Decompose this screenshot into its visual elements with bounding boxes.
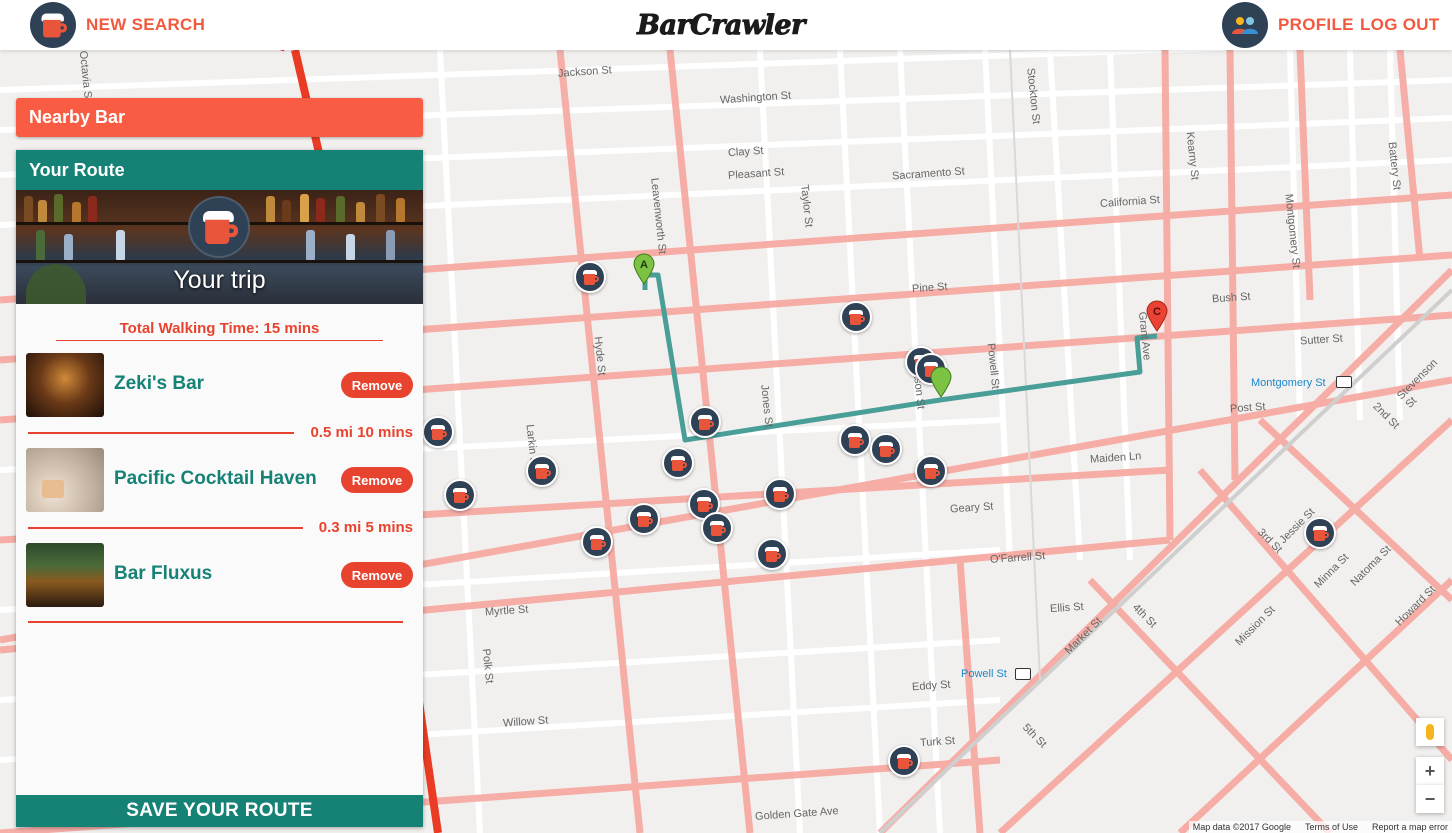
beer-mug-icon: [589, 534, 606, 550]
bar-marker[interactable]: [689, 406, 721, 438]
route-stop: Pacific Cocktail Haven Remove: [26, 448, 413, 514]
beer-mug-icon: [764, 546, 781, 562]
leg-divider: [28, 527, 303, 529]
leg-distance-time: 0.5 mi 10 mins: [304, 424, 413, 441]
street-label: Post St: [1229, 400, 1266, 416]
street-label: Clay St: [727, 144, 764, 160]
street-label: Pine St: [911, 280, 948, 296]
route-end-divider: [28, 621, 403, 623]
beer-mug-icon: [430, 424, 447, 440]
transit-label-powell[interactable]: Powell St: [961, 668, 1007, 680]
bar-marker[interactable]: [764, 478, 796, 510]
street-view-pegman-icon[interactable]: [1416, 718, 1444, 746]
route-leg: 0.3 mi 5 mins: [28, 519, 413, 536]
beer-mug-icon: [772, 486, 789, 502]
bar-marker[interactable]: [756, 538, 788, 570]
remove-stop-button[interactable]: Remove: [341, 467, 413, 493]
bar-marker[interactable]: [915, 455, 947, 487]
bar-marker[interactable]: [888, 745, 920, 777]
stop-name[interactable]: Pacific Cocktail Haven: [114, 468, 317, 490]
leg-divider: [28, 432, 294, 434]
route-pin-b[interactable]: [930, 366, 952, 398]
bar-marker[interactable]: [662, 447, 694, 479]
leg-distance-time: 0.3 mi 5 mins: [312, 519, 413, 536]
street-label: Turk St: [919, 734, 956, 750]
beer-mug-icon: [670, 455, 687, 471]
bar-thumbnail: [26, 353, 104, 417]
nearby-bar-header[interactable]: Nearby Bar: [16, 98, 423, 137]
map-data-credit: Map data ©2017 Google: [1192, 822, 1291, 832]
transit-label-montgomery[interactable]: Montgomery St: [1251, 377, 1326, 389]
users-icon[interactable]: [1222, 2, 1268, 48]
new-search-link[interactable]: NEW SEARCH: [86, 15, 205, 35]
beer-mug-icon: [697, 414, 714, 430]
barcrawler-logo[interactable]: BarCrawler: [637, 6, 806, 44]
zoom-in-button[interactable]: +: [1416, 757, 1444, 785]
route-stop: Bar Fluxus Remove: [26, 543, 413, 609]
report-map-error-link[interactable]: Report a map error: [1372, 822, 1448, 832]
street-label: Ellis St: [1049, 600, 1085, 616]
beer-mug-icon: [848, 309, 865, 325]
total-walking-time: Total Walking Time: 15 mins: [56, 320, 383, 341]
bar-marker[interactable]: [840, 301, 872, 333]
stop-name[interactable]: Bar Fluxus: [114, 563, 212, 585]
beer-logo-icon[interactable]: [30, 2, 76, 48]
map-attribution: Map data ©2017 Google Terms of Use Repor…: [1188, 821, 1452, 833]
route-stop: Zeki's Bar Remove: [26, 353, 413, 419]
beer-mug-icon: [878, 441, 895, 457]
beer-mug-icon: [709, 520, 726, 536]
trip-title: Your trip: [173, 266, 266, 294]
bar-marker[interactable]: [870, 433, 902, 465]
bar-marker[interactable]: [444, 479, 476, 511]
bar-marker[interactable]: [581, 526, 613, 558]
save-route-button[interactable]: SAVE YOUR ROUTE: [16, 795, 423, 827]
remove-stop-button[interactable]: Remove: [341, 562, 413, 588]
terms-of-use-link[interactable]: Terms of Use: [1305, 822, 1358, 832]
bar-marker[interactable]: [1304, 517, 1336, 549]
route-pin-a[interactable]: A: [633, 253, 655, 285]
trip-banner-image: Your trip: [16, 190, 423, 304]
beer-mug-icon: [896, 753, 913, 769]
bar-marker[interactable]: [422, 416, 454, 448]
logout-link[interactable]: LOG OUT: [1360, 15, 1440, 35]
bar-marker[interactable]: [574, 261, 606, 293]
beer-mug-icon: [636, 511, 653, 527]
beer-mug-icon: [696, 496, 713, 512]
bar-marker[interactable]: [701, 512, 733, 544]
stop-name[interactable]: Zeki's Bar: [114, 373, 204, 395]
remove-stop-button[interactable]: Remove: [341, 372, 413, 398]
profile-link[interactable]: PROFILE: [1278, 15, 1354, 35]
bar-marker[interactable]: [526, 455, 558, 487]
svg-text:C: C: [1153, 306, 1161, 318]
route-panel: Your Route Your trip Total Walking Time:…: [16, 150, 423, 827]
your-route-header: Your Route: [16, 150, 423, 190]
beer-mug-icon: [534, 463, 551, 479]
route-pin-c[interactable]: C: [1146, 300, 1168, 332]
top-navbar: NEW SEARCH BarCrawler PROFILE LOG OUT: [0, 0, 1452, 50]
bart-icon: [1015, 668, 1031, 680]
beer-mug-icon: [847, 432, 864, 448]
beer-mug-icon: [188, 196, 250, 258]
beer-mug-icon: [1312, 525, 1329, 541]
beer-mug-icon: [452, 487, 469, 503]
route-leg: 0.5 mi 10 mins: [28, 424, 413, 441]
bar-marker[interactable]: [628, 503, 660, 535]
svg-text:A: A: [640, 259, 648, 271]
beer-mug-icon: [923, 463, 940, 479]
bart-icon: [1336, 376, 1352, 388]
bar-marker[interactable]: [839, 424, 871, 456]
bar-thumbnail: [26, 543, 104, 607]
zoom-out-button[interactable]: −: [1416, 785, 1444, 813]
beer-mug-icon: [582, 269, 599, 285]
bar-thumbnail: [26, 448, 104, 512]
